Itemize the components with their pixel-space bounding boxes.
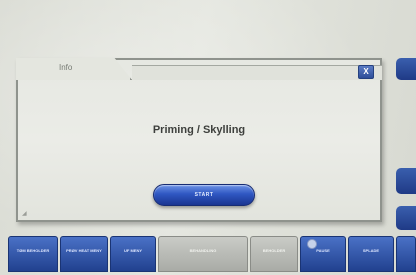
dialog-titlebar: Info X xyxy=(16,58,382,80)
toolbar-button-6[interactable]: PAUSE xyxy=(300,236,346,272)
start-button[interactable]: START xyxy=(153,184,255,206)
toolbar-button-4-label: BEHANDLING xyxy=(189,248,217,253)
resize-grip-icon: ◢ xyxy=(22,211,27,217)
toolbar-button-7[interactable]: SPLADE xyxy=(348,236,394,272)
close-button[interactable]: X xyxy=(358,65,374,79)
right-edge-button-2[interactable] xyxy=(396,168,416,194)
toolbar-button-2-label: PRØV HEAT MENY xyxy=(66,248,102,253)
dialog-titlebar-strip: X xyxy=(132,65,382,80)
toolbar-button-3-label: UF MENY xyxy=(124,248,142,253)
toolbar-button-8[interactable] xyxy=(396,236,416,272)
toolbar-button-1-label: TØM BEHOLDER xyxy=(16,248,50,253)
right-edge-button-1[interactable] xyxy=(396,58,416,80)
pause-icon xyxy=(307,239,317,249)
start-button-label: START xyxy=(194,192,214,198)
toolbar-button-2[interactable]: PRØV HEAT MENY xyxy=(60,236,108,272)
toolbar-button-4[interactable]: BEHANDLING xyxy=(158,236,248,272)
toolbar-button-6-label: PAUSE xyxy=(316,248,330,253)
bottom-toolbar: TØM BEHOLDER PRØV HEAT MENY UF MENY BEHA… xyxy=(0,232,416,275)
toolbar-button-3[interactable]: UF MENY xyxy=(110,236,156,272)
toolbar-button-5-label: BEHOLDER xyxy=(262,248,286,253)
info-dialog: Info X Priming / Skylling START ◢ xyxy=(16,58,382,222)
dialog-message: Priming / Skylling xyxy=(152,124,246,136)
toolbar-button-5[interactable]: BEHOLDER xyxy=(250,236,298,272)
dialog-title-tab xyxy=(16,58,132,80)
dialog-title: Info xyxy=(59,63,73,72)
right-edge-button-3[interactable] xyxy=(396,206,416,230)
close-icon: X xyxy=(363,67,369,76)
touchscreen: Info X Priming / Skylling START ◢ TØM BE… xyxy=(0,0,416,275)
toolbar-button-1[interactable]: TØM BEHOLDER xyxy=(8,236,58,272)
toolbar-button-7-label: SPLADE xyxy=(362,248,380,253)
